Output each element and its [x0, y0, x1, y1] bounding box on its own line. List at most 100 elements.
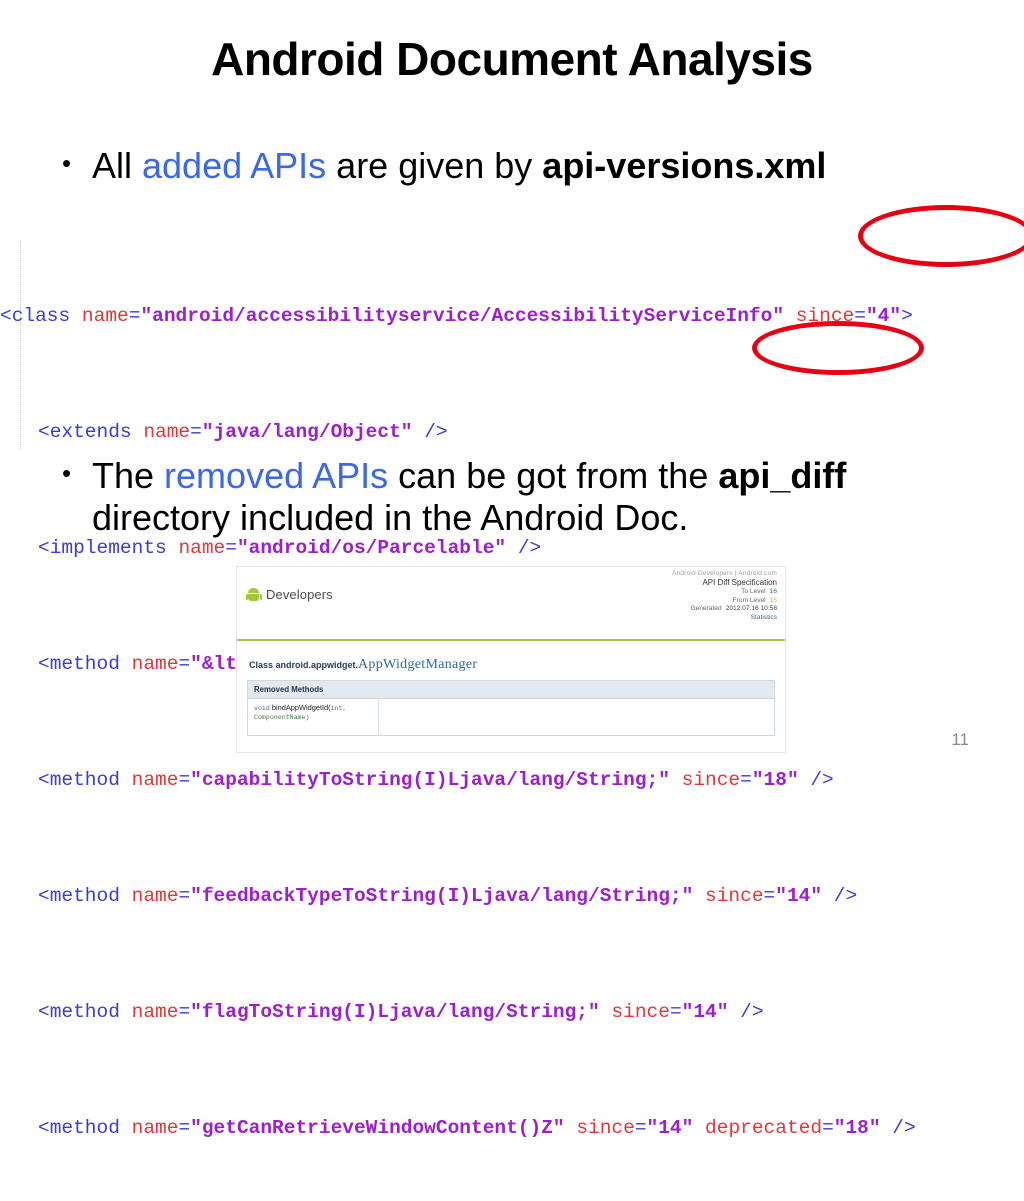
bullet-1-highlight: added APIs	[142, 145, 327, 186]
code-eq: =	[128, 305, 141, 327]
xml-tag: <implements	[38, 537, 167, 559]
bullet-item-removed-apis: • The removed APIs can be got from the a…	[62, 455, 992, 540]
xml-value-since: "14"	[775, 885, 823, 907]
xml-close: />	[810, 769, 834, 791]
xml-attr: name	[131, 1117, 179, 1139]
bullet-text-2: The removed APIs can be got from the api…	[92, 455, 992, 540]
xml-tag: <class	[0, 305, 71, 327]
code-line: <method name="flagToString(I)Ljava/lang/…	[0, 998, 1024, 1027]
removed-methods-table: Removed Methods void bindAppWidgetId(int…	[247, 680, 775, 736]
to-level-value: 16	[769, 588, 777, 596]
xml-tag: <extends	[38, 421, 132, 443]
diff-panel-title: API Diff Specification	[702, 578, 777, 587]
code-eq: =	[763, 885, 776, 907]
table-header-removed-methods: Removed Methods	[247, 680, 775, 699]
xml-attr-since: since	[576, 1117, 635, 1139]
code-eq: =	[178, 1117, 191, 1139]
xml-tag: <method	[38, 653, 120, 675]
to-level-label: To Level	[741, 588, 766, 596]
removed-method-signature-cell: void bindAppWidgetId(int, ComponentName)	[247, 698, 379, 736]
xml-close: />	[424, 421, 448, 443]
bullet-1-segment-1: All	[92, 145, 143, 186]
code-eq: =	[190, 421, 202, 443]
xml-attr-since: since	[705, 885, 764, 907]
xml-close: />	[740, 1001, 764, 1023]
xml-value: "java/lang/Object"	[201, 421, 413, 443]
page-title: Android Document Analysis	[211, 33, 813, 85]
code-eq: =	[178, 769, 191, 791]
xml-value: "getCanRetrieveWindowContent()Z"	[190, 1117, 565, 1139]
bullet-marker: •	[62, 458, 72, 488]
code-eq: =	[740, 769, 752, 791]
xml-close: />	[517, 537, 542, 559]
annotation-ellipse-since-18	[752, 321, 924, 375]
embedded-api-diff-screenshot: Android Developers | Android.com Develop…	[236, 566, 786, 753]
xml-value-since: "18"	[751, 769, 799, 791]
xml-attr: name	[81, 305, 129, 327]
bullet-2-segment-3: can be got from the	[388, 455, 719, 496]
class-heading-name: AppWidgetManager	[358, 657, 478, 672]
code-eq: =	[822, 1117, 834, 1139]
annotation-ellipse-since-4	[858, 205, 1024, 267]
removed-method-description-cell	[379, 699, 775, 736]
statistics-link[interactable]: Statistics	[751, 614, 777, 622]
corp-links[interactable]: Android Developers | Android.com	[672, 570, 777, 577]
table-header-row: Removed Methods	[247, 680, 775, 699]
android-developers-brand: Developers	[245, 587, 333, 602]
xml-tag: <method	[38, 1117, 120, 1139]
code-line: <method name="getCanRetrieveWindowConten…	[0, 1114, 1024, 1143]
xml-tag: <method	[38, 769, 120, 791]
code-eq: =	[669, 1001, 682, 1023]
method-name: bindAppWidgetId(	[269, 703, 331, 712]
xml-value: "feedbackTypeToString(I)Ljava/lang/Strin…	[190, 885, 694, 907]
diff-row-to-level: To Level 16	[649, 588, 777, 596]
xml-tag: <method	[38, 1001, 120, 1023]
from-level-value: 15	[769, 596, 777, 604]
xml-close: />	[892, 1117, 916, 1139]
class-heading: Class android.appwidget.AppWidgetManager	[249, 655, 477, 673]
xml-value-since: "14"	[646, 1117, 694, 1139]
xml-value: "capabilityToString(I)Ljava/lang/String;…	[190, 769, 670, 791]
xml-value-deprecated: "18"	[833, 1117, 881, 1139]
xml-close: />	[833, 885, 858, 907]
android-robot-icon	[245, 588, 262, 601]
code-line: <method name="capabilityToString(I)Ljava…	[0, 766, 1024, 795]
class-heading-prefix: Class android.appwidget.	[249, 660, 359, 670]
xml-tag: <method	[38, 885, 120, 907]
code-eq: =	[634, 1117, 647, 1139]
code-eq: =	[178, 653, 191, 675]
code-line: <extends name="java/lang/Object" />	[0, 418, 1024, 447]
xml-value: "android/accessibilityservice/Accessibil…	[140, 305, 785, 327]
xml-value: "flagToString(I)Ljava/lang/String;"	[190, 1001, 600, 1023]
page-number: 11	[951, 730, 969, 749]
xml-attr-deprecated: deprecated	[705, 1117, 823, 1139]
from-level-label: From Level	[732, 596, 766, 604]
code-eq: =	[225, 537, 237, 559]
code-line: <method name="feedbackTypeToString(I)Lja…	[0, 882, 1024, 911]
diff-row-from-level: From Level 15	[649, 597, 777, 605]
code-eq: =	[178, 885, 191, 907]
generated-label: Generated	[690, 605, 722, 613]
xml-attr: name	[131, 885, 179, 907]
code-eq: =	[178, 1001, 191, 1023]
bullet-2-highlight: removed APIs	[164, 455, 389, 496]
xml-attr: name	[131, 1001, 179, 1023]
screenshot-header: Android Developers | Android.com Develop…	[237, 567, 785, 641]
xml-value-since: "14"	[681, 1001, 729, 1023]
bullet-1-segment-3: are given by	[326, 145, 543, 186]
xml-attr-since: since	[681, 769, 741, 791]
generated-value: 2012.07.16 10:58	[725, 605, 777, 613]
diff-row-generated: Generated 2012.07.16 10:58	[649, 605, 777, 613]
